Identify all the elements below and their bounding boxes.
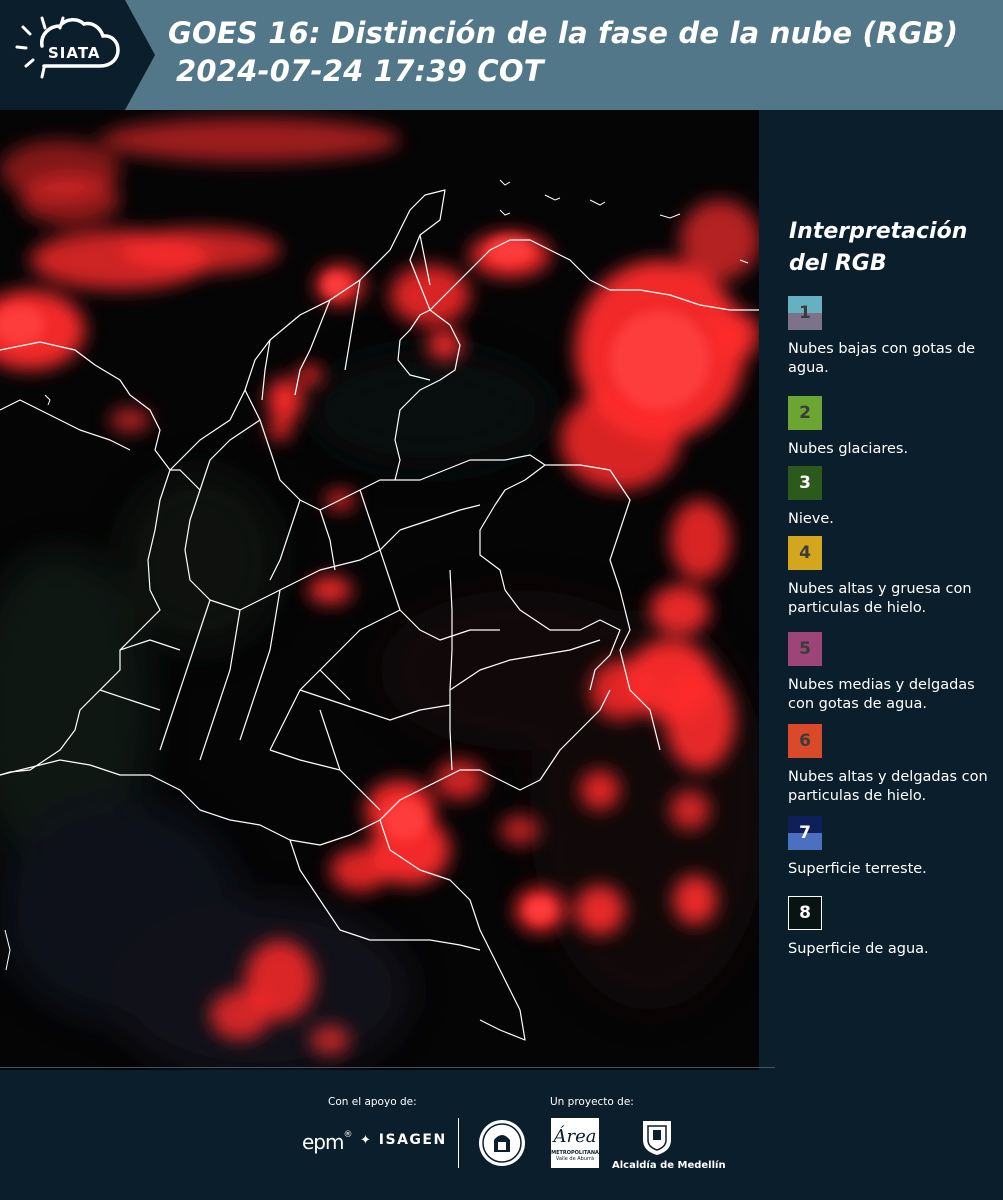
epm-logo-text: epm bbox=[302, 1130, 344, 1154]
legend-number: 8 bbox=[799, 903, 811, 923]
legend-number: 3 bbox=[799, 473, 811, 493]
legend-number: 4 bbox=[799, 543, 811, 563]
legend-label: Nubes medias y delgadas con gotas de agu… bbox=[788, 677, 975, 712]
page-title: GOES 16: Distinción de la fase de la nub… bbox=[168, 14, 988, 90]
legend-number: 7 bbox=[799, 823, 811, 843]
legend-panel: Interpretación del RGB 1 Nubes bajas con … bbox=[775, 110, 1003, 1070]
area-subtext-2: Valle de Aburrá bbox=[555, 1156, 595, 1162]
legend-number: 6 bbox=[799, 731, 811, 751]
legend-label: Superficie terreste. bbox=[788, 861, 927, 877]
legend-number: 2 bbox=[799, 403, 811, 423]
epm-logo: epm® bbox=[302, 1130, 352, 1154]
title-text: GOES 16: Distinción de la fase de la nub… bbox=[168, 16, 959, 50]
header-bar: SIATA GOES 16: Distinción de la fase de … bbox=[0, 0, 1003, 110]
legend-number: 1 bbox=[799, 303, 811, 323]
isagen-logo: ✦ ISAGEN bbox=[360, 1132, 447, 1148]
legend-item-5: 5 Nubes medias y delgadas con gotas de ag… bbox=[788, 632, 1003, 714]
legend-label: Nubes altas y delgadas con particulas de… bbox=[788, 769, 988, 804]
legend-number: 5 bbox=[799, 639, 811, 659]
legend-item-8: 8 Superficie de agua. bbox=[788, 896, 1003, 959]
legend-item-1: 1 Nubes bajas con gotas de agua. bbox=[788, 296, 1003, 378]
footer-divider-line bbox=[0, 1067, 775, 1068]
legend-swatch-8: 8 bbox=[788, 896, 822, 930]
legend-swatch-1: 1 bbox=[788, 296, 822, 330]
legend-swatch-2: 2 bbox=[788, 396, 822, 430]
support-caption: Con el apoyo de: bbox=[328, 1096, 417, 1108]
footer-divider bbox=[458, 1118, 459, 1168]
siata-logo: SIATA bbox=[0, 0, 155, 110]
siata-logo-text: SIATA bbox=[48, 44, 101, 62]
project-caption: Un proyecto de: bbox=[550, 1096, 634, 1108]
alcaldia-label: Alcaldía de Medellín bbox=[612, 1160, 726, 1171]
legend-swatch-7: 7 bbox=[788, 816, 822, 850]
legend-swatch-6: 6 bbox=[788, 724, 822, 758]
legend-swatch-5: 5 bbox=[788, 632, 822, 666]
legend-item-2: 2 Nubes glaciares. bbox=[788, 396, 1003, 459]
footer: Con el apoyo de: Un proyecto de: epm® ✦ … bbox=[0, 1067, 1003, 1200]
legend-label: Superficie de agua. bbox=[788, 941, 929, 957]
legend-item-3: 3 Nieve. bbox=[788, 466, 1003, 529]
legend-title: Interpretación del RGB bbox=[789, 219, 968, 276]
alcaldia-shield-icon bbox=[640, 1118, 674, 1160]
area-metropolitana-logo: Área METROPOLITANA Valle de Aburrá bbox=[551, 1118, 599, 1168]
legend-item-6: 6 Nubes altas y delgadas con particulas d… bbox=[788, 724, 1003, 806]
satellite-map[interactable] bbox=[0, 110, 759, 1070]
legend-item-4: 4 Nubes altas y gruesa con particulas de … bbox=[788, 536, 1003, 618]
legend-label: Nieve. bbox=[788, 511, 834, 527]
legend-swatch-3: 3 bbox=[788, 466, 822, 500]
legend-label: Nubes altas y gruesa con particulas de h… bbox=[788, 581, 972, 616]
siata-seal-icon bbox=[477, 1118, 527, 1172]
timestamp: 2024-07-24 17:39 COT bbox=[176, 54, 544, 88]
legend-label: Nubes bajas con gotas de agua. bbox=[788, 341, 976, 376]
legend-swatch-4: 4 bbox=[788, 536, 822, 570]
isagen-logo-text: ISAGEN bbox=[378, 1132, 447, 1148]
legend-label: Nubes glaciares. bbox=[788, 441, 909, 457]
legend-item-7: 7 Superficie terreste. bbox=[788, 816, 1003, 879]
isagen-icon: ✦ bbox=[360, 1133, 373, 1148]
